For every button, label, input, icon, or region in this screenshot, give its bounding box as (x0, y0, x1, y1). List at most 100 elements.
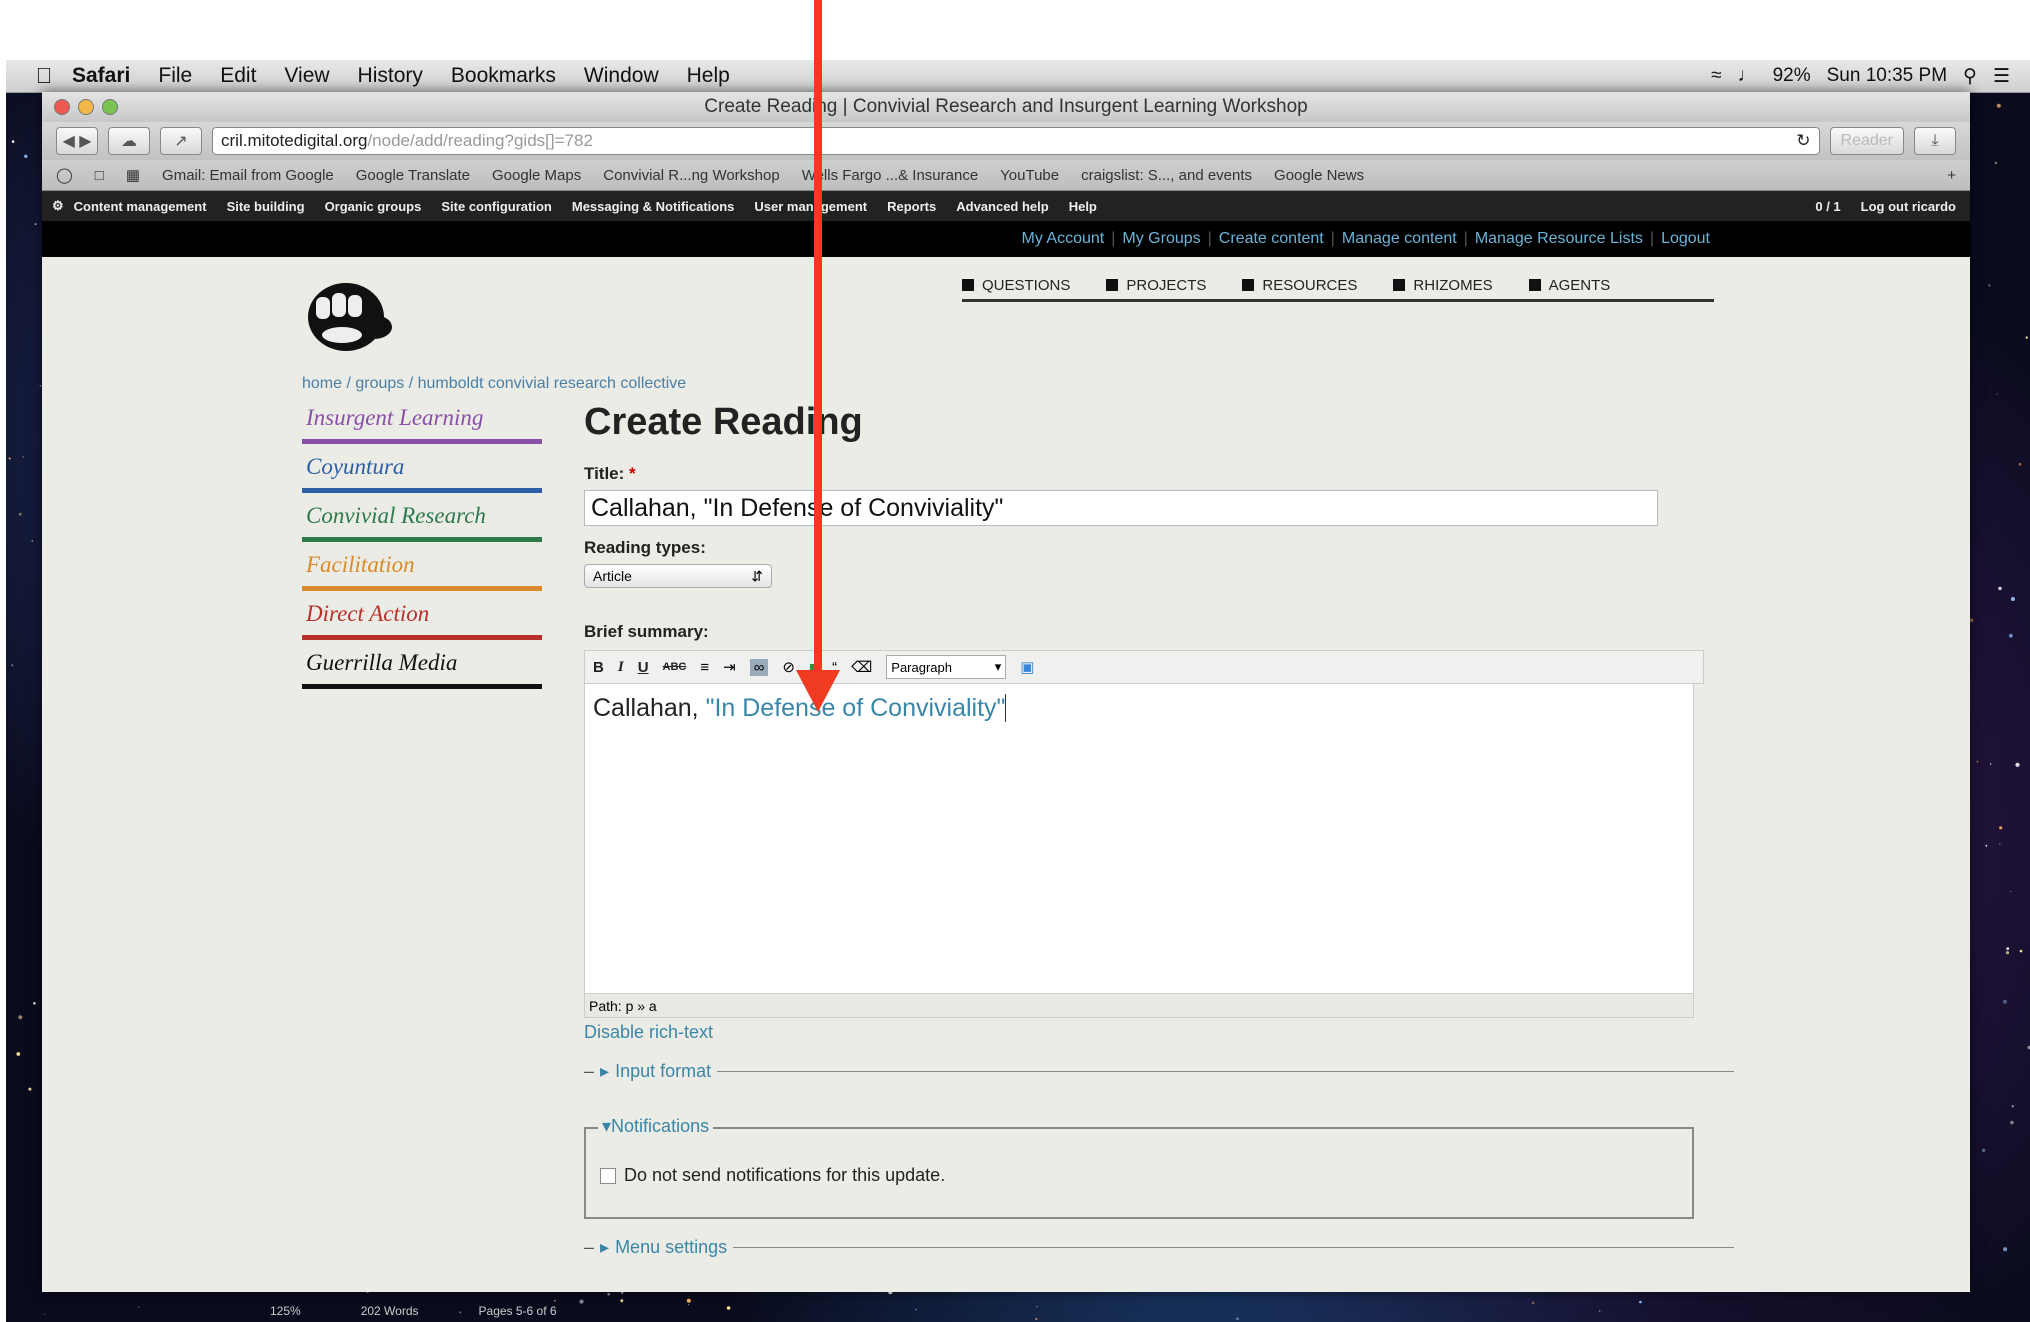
admin-organic-groups[interactable]: Organic groups (325, 199, 422, 214)
nav-agents[interactable]: AGENTS (1528, 271, 1610, 299)
reading-list-icon[interactable]: ◯ (56, 166, 73, 184)
nav-rhizomes[interactable]: RHIZOMES (1393, 271, 1493, 299)
nav-logout[interactable]: Logout (1661, 230, 1710, 248)
new-tab-button[interactable]: + (1947, 167, 1956, 184)
reader-button[interactable]: Reader (1829, 127, 1904, 155)
admin-reports[interactable]: Reports (887, 199, 936, 214)
bookmark-wells-fargo[interactable]: Wells Fargo ...& Insurance (802, 167, 978, 184)
admin-advanced-help[interactable]: Advanced help (956, 199, 1048, 214)
summary-editor[interactable]: Callahan, "In Defense of Conviviality"​ (584, 684, 1694, 994)
bookmark-convivial[interactable]: Convivial R...ng Workshop (603, 167, 779, 184)
annotation-arrow-head (796, 670, 840, 712)
menu-view[interactable]: View (284, 64, 329, 88)
clock[interactable]: Sun 10:35 PM (1827, 65, 1947, 87)
link-icon[interactable]: ∞ (749, 658, 769, 676)
menu-settings-fieldset[interactable]: – ▸ Menu settings (584, 1237, 1734, 1258)
icloud-tabs-icon[interactable]: ☁ (108, 127, 150, 155)
bullet-list-icon[interactable]: ≡ (700, 659, 709, 676)
bookmark-gmail[interactable]: Gmail: Email from Google (162, 167, 334, 184)
browser-toolbar: ◀ ▶ ☁ ↗ cril.mitotedigital.org/node/add/… (42, 122, 1970, 160)
main-nav: QUESTIONS PROJECTS RESOURCES RHIZOMES AG… (962, 271, 1714, 302)
nav-manage-content[interactable]: Manage content (1342, 230, 1457, 248)
bookmark-craigslist[interactable]: craigslist: S..., and events (1081, 167, 1252, 184)
bookmark-maps[interactable]: Google Maps (492, 167, 581, 184)
editor-toolbar: B I U ABC ≡ ⇥ ∞ ⊘ ■ “ ⌫ Paragraph▾ ▣ (584, 650, 1704, 684)
volume-icon[interactable]: ♩ (1738, 65, 1757, 87)
format-select[interactable]: Paragraph ▾ (886, 655, 1007, 679)
sidebar-item-convivial-research[interactable]: Convivial Research (302, 499, 542, 542)
bookmark-google-news[interactable]: Google News (1274, 167, 1364, 184)
downloads-icon[interactable]: ⤓ (1914, 127, 1956, 155)
notif-checkbox[interactable] (600, 1168, 616, 1184)
breadcrumb[interactable]: home / groups / humboldt convivial resea… (302, 375, 686, 393)
nav-questions[interactable]: QUESTIONS (962, 271, 1070, 299)
unlink-icon[interactable]: ⊘ (782, 658, 795, 676)
battery-percent[interactable]: 92% (1773, 65, 1811, 87)
safari-window: Create Reading | Convivial Research and … (42, 92, 1970, 1292)
sidebar-item-facilitation[interactable]: Facilitation (302, 548, 542, 591)
sidebar-item-coyuntura[interactable]: Coyuntura (302, 450, 542, 493)
top-sites-icon[interactable]: ▦ (126, 166, 140, 184)
address-bar[interactable]: cril.mitotedigital.org/node/add/reading?… (212, 127, 1820, 155)
nav-manage-resource-lists[interactable]: Manage Resource Lists (1475, 230, 1643, 248)
window-title: Create Reading | Convivial Research and … (704, 96, 1308, 117)
fist-logo[interactable] (302, 271, 398, 357)
admin-messaging[interactable]: Messaging & Notifications (572, 199, 735, 214)
notifications-fieldset[interactable]: ▾Notifications (584, 1116, 1694, 1137)
bookmark-youtube[interactable]: YouTube (1000, 167, 1059, 184)
apple-icon[interactable]:  (26, 63, 62, 89)
italic-button[interactable]: I (618, 659, 624, 676)
notification-list-icon[interactable]: ☰ (1993, 65, 2010, 88)
nav-create-content[interactable]: Create content (1219, 230, 1324, 248)
nav-projects[interactable]: PROJECTS (1106, 271, 1206, 299)
url-path: /node/add/reading?gids[]=782 (367, 131, 593, 150)
sidebar-item-direct-action[interactable]: Direct Action (302, 597, 542, 640)
select-arrows-icon: ⇵ (751, 567, 763, 584)
share-icon[interactable]: ↗ (160, 127, 202, 155)
nav-my-account[interactable]: My Account (1022, 230, 1105, 248)
admin-logout[interactable]: Log out ricardo (1861, 199, 1956, 214)
menu-window[interactable]: Window (584, 64, 659, 88)
input-format-fieldset[interactable]: – ▸ Input format (584, 1061, 1734, 1082)
menu-help[interactable]: Help (687, 64, 730, 88)
cleanup-icon[interactable]: ⌫ (851, 658, 872, 676)
fullscreen-icon[interactable]: ▣ (1020, 658, 1034, 676)
underline-button[interactable]: U (638, 659, 649, 676)
bookmark-translate[interactable]: Google Translate (356, 167, 470, 184)
menu-history[interactable]: History (358, 64, 423, 88)
spotlight-icon[interactable]: ⚲ (1963, 65, 1977, 88)
disable-rich-text-link[interactable]: Disable rich-text (584, 1022, 1734, 1043)
status-words: 202 Words (360, 1304, 419, 1318)
menu-file[interactable]: File (158, 64, 192, 88)
sidebar-item-guerrilla-media[interactable]: Guerrilla Media (302, 646, 542, 689)
indent-icon[interactable]: ⇥ (723, 658, 736, 676)
page-content: QUESTIONS PROJECTS RESOURCES RHIZOMES AG… (42, 257, 1970, 1257)
wifi-icon[interactable]: ≈ (1711, 65, 1721, 87)
strikethrough-button[interactable]: ABC (663, 661, 687, 673)
reload-icon[interactable]: ↻ (1796, 131, 1810, 151)
menu-bookmarks[interactable]: Bookmarks (451, 64, 556, 88)
bold-button[interactable]: B (593, 659, 604, 676)
admin-user-management[interactable]: User management (754, 199, 867, 214)
admin-help[interactable]: Help (1069, 199, 1097, 214)
drupal-admin-menu: ⚙ Content management Site building Organ… (42, 191, 1970, 221)
menu-app-name[interactable]: Safari (72, 64, 130, 88)
admin-site-configuration[interactable]: Site configuration (441, 199, 552, 214)
sidebar-item-insurgent-learning[interactable]: Insurgent Learning (302, 401, 542, 444)
nav-resources[interactable]: RESOURCES (1242, 271, 1357, 299)
url-host: cril.mitotedigital.org (221, 131, 368, 150)
title-input[interactable]: Callahan, "In Defense of Conviviality" (584, 490, 1658, 526)
nav-my-groups[interactable]: My Groups (1122, 230, 1200, 248)
admin-user-counter: 0 / 1 (1815, 198, 1841, 214)
editor-link-text[interactable]: "In Defense of Conviviality" (706, 694, 1006, 722)
admin-site-building[interactable]: Site building (227, 199, 305, 214)
title-bar: Create Reading | Convivial Research and … (42, 92, 1970, 122)
admin-home-icon[interactable]: ⚙ (52, 198, 64, 214)
bookmarks-book-icon[interactable]: □ (95, 167, 104, 184)
reading-type-select[interactable]: Article ⇵ (584, 564, 772, 588)
admin-content-management[interactable]: Content management (74, 199, 207, 214)
back-forward-button[interactable]: ◀ ▶ (56, 127, 98, 155)
menu-edit[interactable]: Edit (220, 64, 256, 88)
collapsed-triangle-icon: ▸ (600, 1237, 610, 1257)
required-marker: * (629, 464, 636, 483)
